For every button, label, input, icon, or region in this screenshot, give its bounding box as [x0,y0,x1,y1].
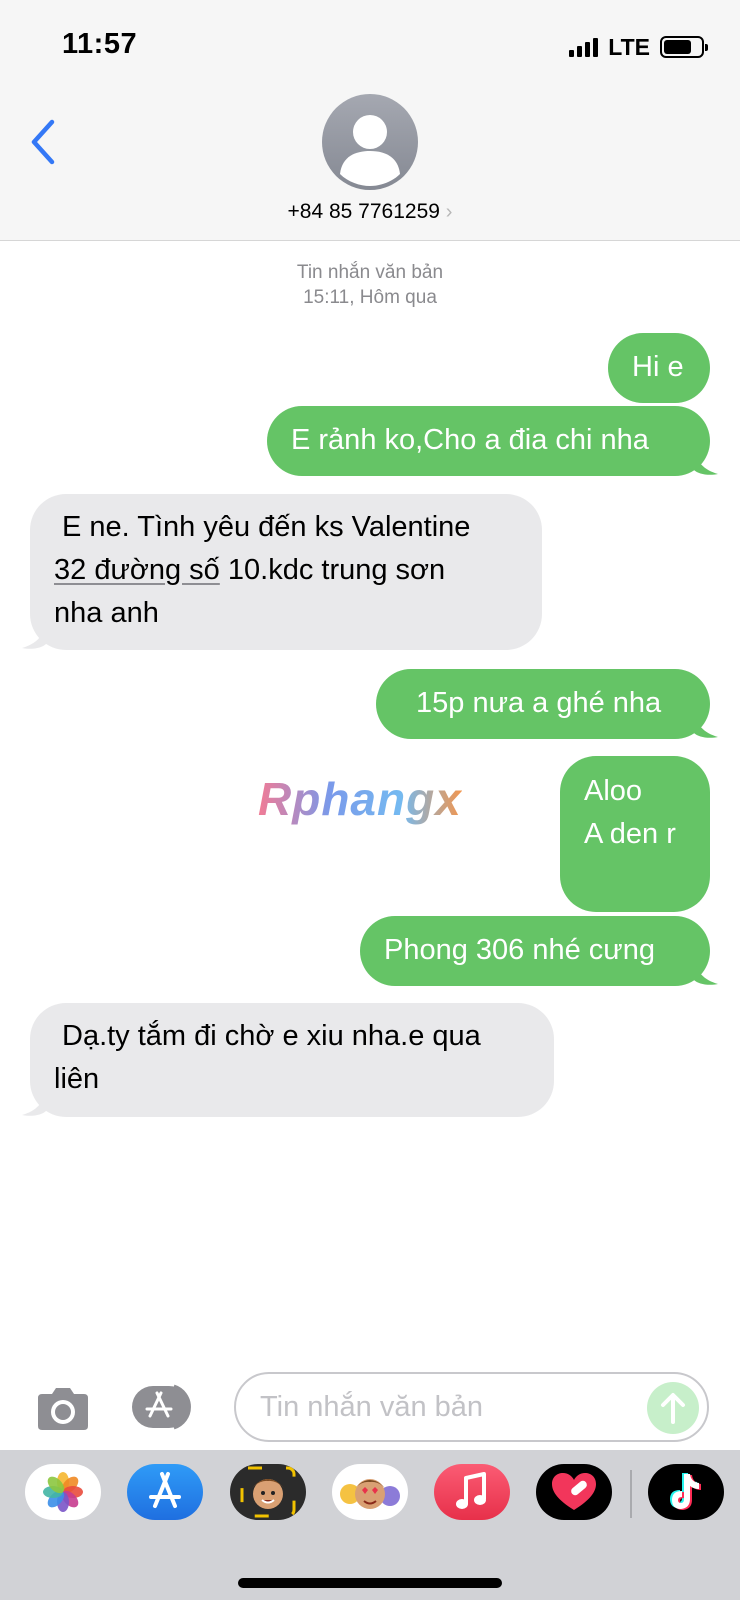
bubble-tail [694,958,718,985]
message-text: Hi e [632,351,684,383]
message-text: nha anh [54,597,159,629]
message-bubble-incoming[interactable]: Dạ.ty tắm đi chờ e xiu nha.e qua liên [30,1003,554,1117]
chevron-right-icon: › [445,201,453,223]
message-bubble-outgoing[interactable]: E rảnh ko,Cho a đia chi nha [267,406,710,476]
digital-touch-app-icon[interactable] [536,1464,612,1520]
contact-number: +84 85 7761259 [287,200,440,223]
photos-app-icon[interactable] [25,1464,101,1520]
bubble-tail [694,448,718,475]
message-text: E rảnh ko,Cho a đia chi nha [291,424,649,456]
status-time: 11:57 [62,28,138,60]
message-timestamp: 15:11, Hôm qua [303,287,437,308]
message-composer: Tin nhắn văn bản [0,1372,740,1452]
message-text: Aloo [584,775,643,807]
arrow-up-icon[interactable] [647,1382,699,1434]
message-bubble-outgoing[interactable]: Aloo A den r [560,756,710,912]
message-text: E ne. Tình yêu đến ks Valentine [62,511,471,543]
message-text: Phong 306 nhé cưng [384,934,655,966]
conversation-header: 11:57 LTE +84 85 7761259 › [0,0,740,241]
app-drawer [0,1450,740,1600]
person-avatar-icon[interactable] [322,94,418,190]
address-link[interactable]: 32 đường số [54,554,220,586]
message-input-placeholder: Tin nhắn văn bản [260,1391,484,1423]
message-type-label: Tin nhắn văn bản [296,262,444,283]
signal-icon [569,37,599,57]
status-indicators: LTE [569,32,708,62]
message-text-line: 32 đường số 10.kdc trung sơn [54,554,446,586]
app-drawer-divider [630,1470,632,1518]
contact-name[interactable]: +84 85 7761259 › [0,200,740,224]
message-text: liên [54,1063,100,1095]
bubble-tail [22,1089,46,1116]
app-store-icon[interactable] [130,1384,200,1430]
memoji-stickers-app-icon[interactable] [332,1464,408,1520]
home-indicator[interactable] [238,1578,502,1588]
bubble-tail [694,711,718,738]
message-text: 15p nưa a ghé nha [416,687,662,719]
message-bubble-outgoing[interactable]: Phong 306 nhé cưng [360,916,710,986]
message-input[interactable]: Tin nhắn văn bản [234,1372,709,1442]
chevron-left-icon[interactable] [26,116,66,172]
tiktok-app-icon[interactable] [648,1464,724,1520]
battery-icon [660,36,708,58]
app-store-app-icon[interactable] [127,1464,203,1520]
message-bubble-incoming[interactable]: E ne. Tình yêu đến ks Valentine 32 đường… [30,494,542,650]
bubble-tail [22,622,46,649]
memoji-camera-app-icon[interactable] [230,1464,306,1520]
message-bubble-outgoing[interactable]: 15p nưa a ghé nha [376,669,710,739]
message-text: Dạ.ty tắm đi chờ e xiu nha.e qua [62,1020,481,1052]
network-label: LTE [608,33,650,60]
camera-icon[interactable] [34,1386,92,1432]
watermark-logo: Rphangx [258,773,462,825]
message-text: A den r [584,818,676,850]
music-app-icon[interactable] [434,1464,510,1520]
message-bubble-outgoing[interactable]: Hi e [608,333,710,403]
